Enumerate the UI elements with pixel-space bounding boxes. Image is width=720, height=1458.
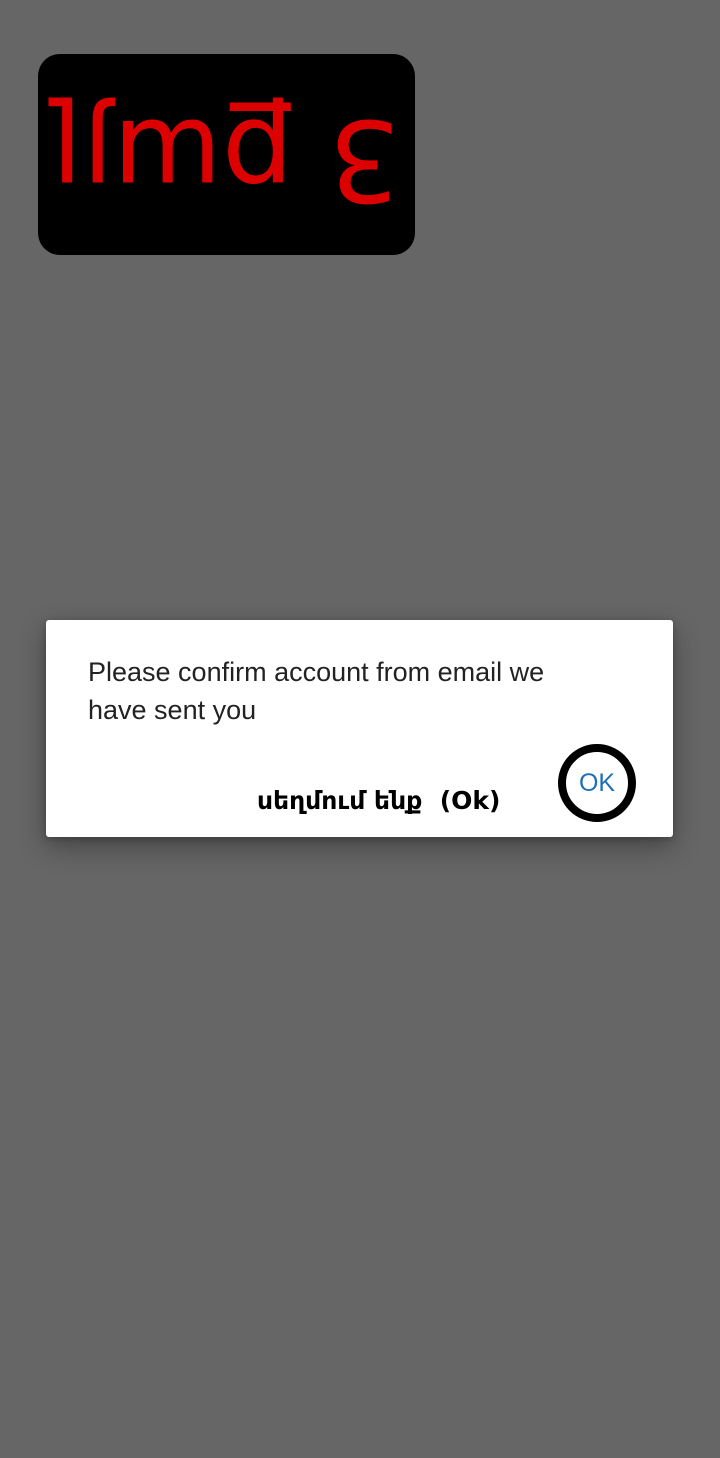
dialog-message: Please confirm account from email we hav… [88, 657, 545, 725]
ok-button-text: OK [578, 768, 616, 797]
confirmation-dialog: Please confirm account from email we hav… [46, 620, 673, 837]
ok-button-label: սեղմում ենք (Ok) [257, 786, 501, 815]
step-badge: 3 քայլ [38, 54, 415, 255]
step-badge-text: 3 քայլ [52, 93, 401, 224]
ok-button[interactable]: OK [558, 744, 636, 822]
